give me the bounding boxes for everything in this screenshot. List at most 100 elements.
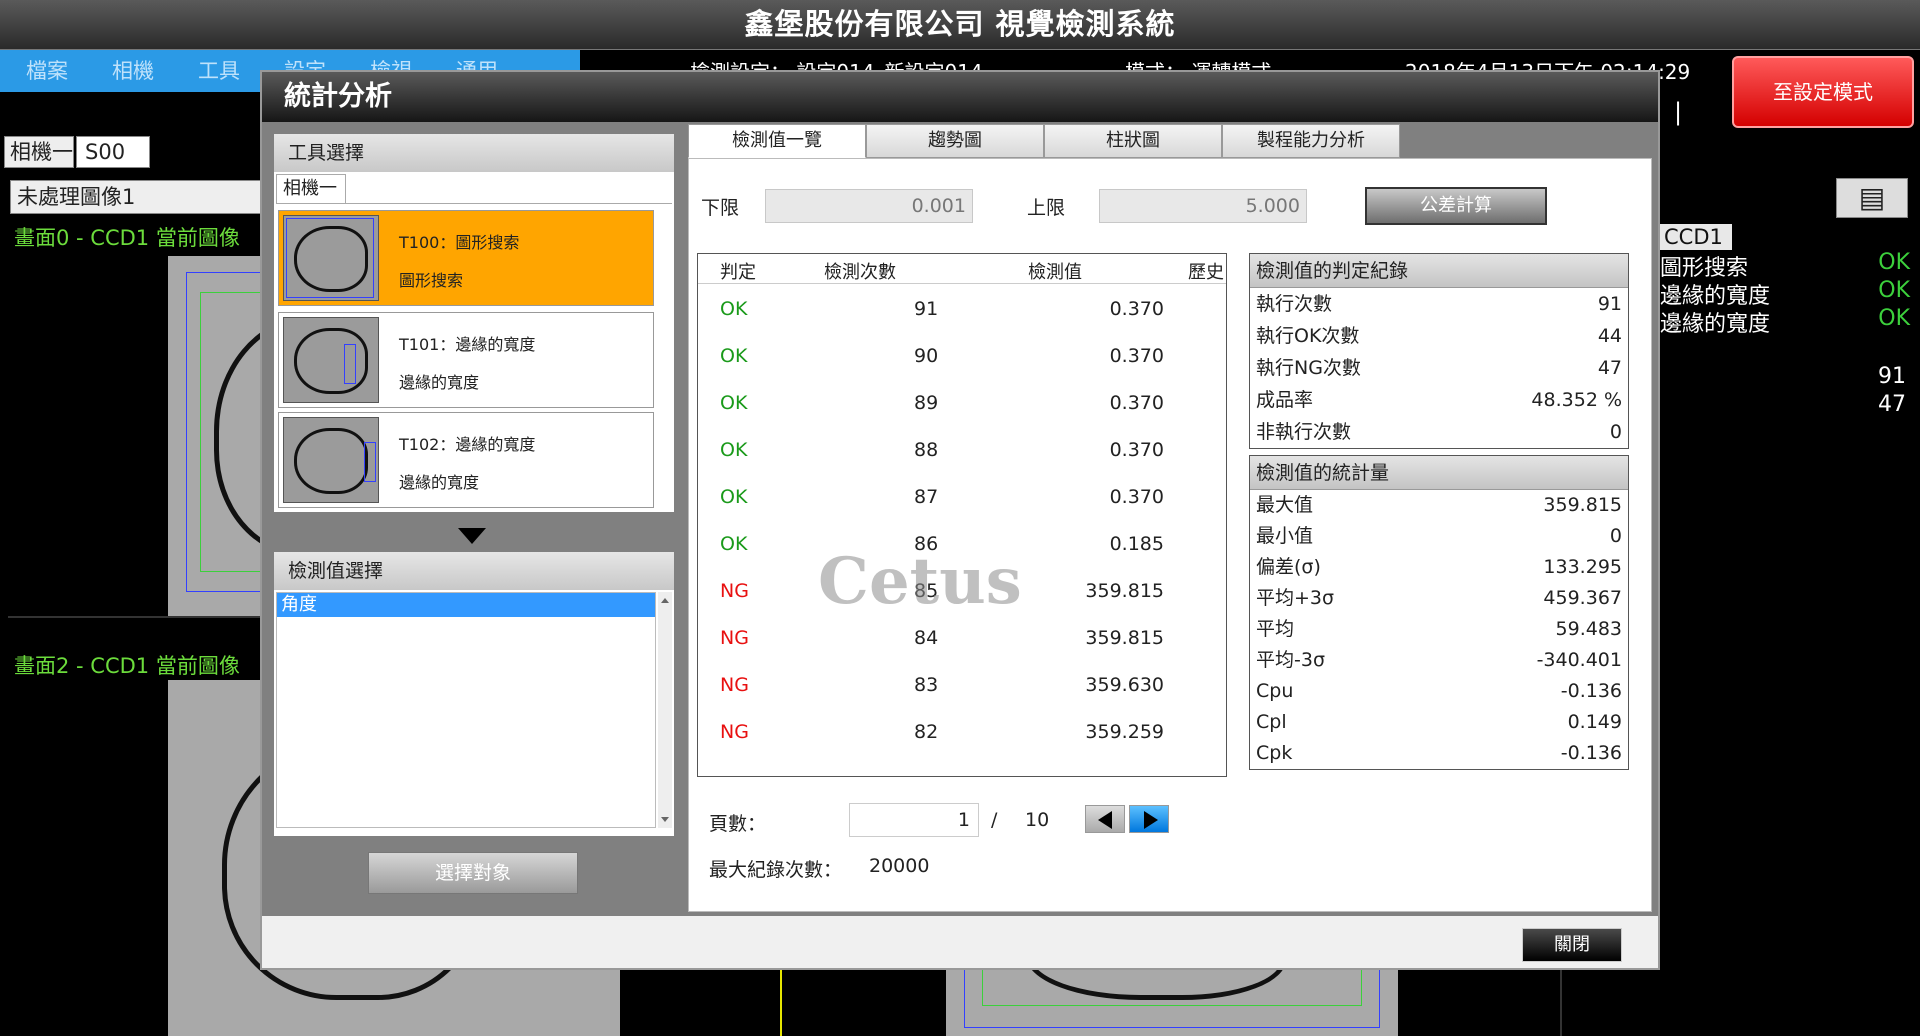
table-row: OK 89 0.370 [698, 380, 1226, 427]
row-value: 0.370 [1109, 439, 1164, 461]
stat-label: 執行OK次數 [1256, 325, 1360, 347]
film-strip-icon: ▤ [1858, 181, 1886, 214]
col-judge: 判定 [720, 262, 756, 283]
col-history: 歷史 [1188, 262, 1224, 283]
tool-camera-tab[interactable]: 相機一 [276, 174, 346, 204]
close-button[interactable]: 關閉 [1522, 928, 1622, 962]
stat-row: 平均 59.483 [1250, 614, 1628, 645]
stat-label: 執行次數 [1256, 293, 1333, 315]
film-strip-button[interactable]: ▤ [1836, 178, 1908, 218]
tab-bar-chart[interactable]: 柱狀圖 [1044, 124, 1222, 158]
result-row-status: OK [1878, 306, 1910, 331]
row-value: 0.185 [1109, 533, 1164, 555]
row-count: 91 [914, 298, 939, 320]
row-value: 0.370 [1109, 392, 1164, 414]
table-row: OK 90 0.370 [698, 333, 1226, 380]
stat-value: 0 [1609, 421, 1622, 443]
row-judge: OK [720, 486, 748, 508]
tool-name: T102：邊緣的寬度 [399, 435, 536, 454]
tab-process-capability[interactable]: 製程能力分析 [1222, 124, 1400, 158]
tool-type: 邊緣的寬度 [399, 373, 480, 392]
menu-camera[interactable]: 相機 [86, 50, 172, 92]
stat-row: 非執行次數 0 [1250, 416, 1628, 448]
stat-label: Cpk [1256, 742, 1293, 764]
scroll-up-icon[interactable] [661, 598, 669, 603]
row-count: 87 [914, 486, 939, 508]
table-row: OK 91 0.370 [698, 286, 1226, 333]
value-select-header: 檢測值選擇 [274, 552, 674, 590]
value-list-scrollbar[interactable] [658, 592, 672, 828]
row-judge: OK [720, 392, 748, 414]
tool-item-t100[interactable]: T100：圖形搜索 圖形搜索 [278, 210, 654, 306]
stat-label: 平均 [1256, 618, 1295, 640]
prev-arrow-icon [1098, 811, 1112, 829]
table-row: OK 87 0.370 [698, 474, 1226, 521]
stats-header: 檢測值的統計量 [1250, 456, 1628, 490]
result-count-ng: 47 [1878, 392, 1906, 417]
page-label: 頁數： [709, 813, 767, 835]
stat-row: 平均+3σ 459.367 [1250, 583, 1628, 614]
stat-label: Cpu [1256, 680, 1294, 702]
stat-value: 359.815 [1543, 494, 1622, 516]
value-list-item[interactable]: 角度 [277, 593, 655, 617]
row-judge: OK [720, 439, 748, 461]
row-value: 359.815 [1085, 627, 1164, 649]
stat-row: 偏差(σ) 133.295 [1250, 552, 1628, 583]
pane0-roi-green [200, 292, 262, 572]
stat-row: 執行次數 91 [1250, 288, 1628, 320]
tab-content: 下限 0.001 上限 5.000 公差計算 判定 檢測次數 檢測值 歷史 OK… [688, 158, 1652, 912]
stat-value: 133.295 [1543, 556, 1622, 578]
tool-name: T100：圖形搜索 [399, 233, 520, 252]
tab-value-list[interactable]: 檢測值一覽 [688, 124, 866, 158]
tab-underline [346, 203, 672, 204]
lower-limit-input[interactable]: 0.001 [765, 189, 973, 223]
tool-item-t102[interactable]: T102：邊緣的寬度 邊緣的寬度 [278, 412, 654, 508]
app-title: 鑫堡股份有限公司 視覺檢測系統 [0, 0, 1920, 50]
row-value: 0.370 [1109, 486, 1164, 508]
stat-row: 成品率 48.352 % [1250, 384, 1628, 416]
image-select[interactable]: 未處理圖像1 [10, 180, 264, 214]
pane0-label: 畫面0 - CCD1 當前圖像 [14, 226, 240, 250]
camera-tab[interactable]: 相機一 [4, 136, 74, 168]
tool-roi-marker [344, 344, 356, 384]
camera-code: S00 [76, 136, 150, 168]
stats-box: 檢測值的統計量 最大值 359.815 最小值 0 偏差(σ) 133.295 平均+3σ 4… [1249, 455, 1629, 770]
stat-label: 平均+3σ [1256, 587, 1335, 609]
upper-limit-label: 上限 [1027, 197, 1066, 219]
tolerance-calc-button[interactable]: 公差計算 [1365, 187, 1547, 225]
result-row-label: 邊緣的寬度 [1660, 312, 1771, 337]
stat-label: 成品率 [1256, 389, 1314, 411]
setup-mode-button[interactable]: 至設定模式 [1732, 56, 1914, 128]
page-input[interactable]: 1 [849, 803, 979, 837]
tool-item-t101[interactable]: T101：邊緣的寬度 邊緣的寬度 [278, 312, 654, 408]
row-judge: NG [720, 580, 749, 602]
tool-select-panel: 工具選擇 相機一 T100：圖形搜索 圖形搜索 T101：邊緣的寬度 邊緣的寬度 [274, 134, 674, 512]
next-page-button[interactable] [1129, 805, 1169, 833]
dialog-footer [262, 916, 1658, 968]
tab-trend-chart[interactable]: 趨勢圖 [866, 124, 1044, 158]
menu-tools[interactable]: 工具 [172, 50, 258, 92]
tool-shape [294, 428, 368, 494]
stat-row: 平均-3σ -340.401 [1250, 645, 1628, 676]
pane0-image [168, 256, 262, 616]
lower-limit-label: 下限 [701, 197, 740, 219]
upper-limit-input[interactable]: 5.000 [1099, 189, 1307, 223]
table-row: OK 88 0.370 [698, 427, 1226, 474]
value-list: 角度 [276, 592, 656, 828]
row-judge: NG [720, 627, 749, 649]
select-target-button[interactable]: 選擇對象 [368, 852, 578, 894]
stat-value: 47 [1597, 357, 1622, 379]
tool-thumbnail [283, 317, 379, 403]
judge-record-box: 檢測值的判定紀錄 執行次數 91 執行OK次數 44 執行NG次數 47 成品率 48.352… [1249, 253, 1629, 449]
tool-roi-marker [286, 218, 374, 298]
row-judge: NG [720, 721, 749, 743]
scroll-down-icon[interactable] [661, 817, 669, 822]
menu-file[interactable]: 檔案 [0, 50, 86, 92]
pane3-image [946, 960, 1398, 1036]
tool-thumbnail [283, 417, 379, 503]
prev-page-button[interactable] [1085, 805, 1125, 833]
row-count: 90 [914, 345, 939, 367]
stat-label: 平均-3σ [1256, 649, 1325, 671]
tool-name: T101：邊緣的寬度 [399, 335, 536, 354]
tool-select-header: 工具選擇 [274, 134, 674, 172]
